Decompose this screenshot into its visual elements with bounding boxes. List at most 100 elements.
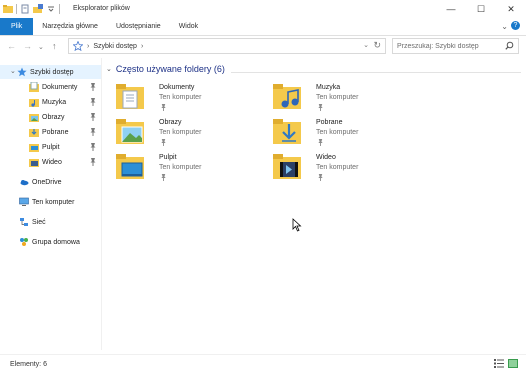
pin-icon[interactable]: [317, 104, 324, 113]
collapse-arrow-icon[interactable]: ⌄: [106, 65, 112, 73]
nav-item-music[interactable]: Muzyka: [29, 95, 101, 109]
pictures-icon: [29, 112, 39, 122]
group-title: Często używane foldery (6): [115, 64, 225, 74]
computer-icon: [19, 197, 29, 207]
properties-icon[interactable]: [20, 4, 30, 14]
maximize-button[interactable]: ☐: [466, 0, 496, 18]
pin-icon[interactable]: [160, 104, 167, 113]
folder-tile[interactable]: Pulpit Ten komputer: [116, 151, 266, 185]
downloads-folder-icon: [273, 116, 303, 146]
folder-location: Ten komputer: [159, 164, 202, 171]
search-input[interactable]: [393, 39, 501, 53]
pin-icon[interactable]: [89, 158, 97, 168]
nav-item-videos[interactable]: Wideo: [29, 155, 101, 169]
downloads-icon: [29, 127, 39, 137]
folder-tile[interactable]: Pobrane Ten komputer: [273, 116, 423, 150]
group-header[interactable]: ⌄ Często używane foldery (6): [106, 64, 225, 74]
recent-locations-icon[interactable]: ⌄: [38, 43, 44, 51]
search-box[interactable]: [392, 38, 519, 54]
nav-item-this-pc[interactable]: Ten komputer: [19, 195, 101, 209]
videos-folder-icon: [273, 151, 303, 181]
search-icon[interactable]: [505, 41, 514, 52]
separator: [16, 4, 17, 14]
nav-item-label: Dokumenty: [42, 83, 78, 91]
folder-location: Ten komputer: [159, 94, 202, 101]
quick-access-star-icon: [73, 41, 83, 51]
dropdown-arrow-icon[interactable]: [46, 4, 56, 14]
pin-icon[interactable]: [89, 98, 97, 108]
folder-tile[interactable]: Muzyka Ten komputer: [273, 81, 423, 115]
help-icon[interactable]: ?: [511, 21, 520, 30]
minimize-button[interactable]: —: [436, 0, 466, 18]
nav-item-label: Pobrane: [42, 128, 69, 136]
nav-item-label: Grupa domowa: [32, 238, 80, 246]
pictures-folder-icon: [116, 116, 146, 146]
nav-item-label: Obrazy: [42, 113, 65, 121]
group-divider: [231, 72, 521, 73]
nav-item-network[interactable]: Sieć: [19, 215, 101, 229]
refresh-icon[interactable]: ↻: [373, 40, 381, 51]
collapse-arrow-icon[interactable]: ⌄: [10, 67, 16, 75]
details-view-icon[interactable]: [494, 359, 504, 370]
back-arrow-icon[interactable]: ←: [7, 41, 16, 51]
pin-icon[interactable]: [89, 113, 97, 123]
tab-view[interactable]: Widok: [170, 18, 207, 35]
folder-name: Pulpit: [159, 154, 177, 161]
nav-item-label: Muzyka: [42, 98, 67, 106]
nav-item-onedrive[interactable]: OneDrive: [19, 175, 101, 189]
pin-icon[interactable]: [317, 174, 324, 183]
breadcrumb[interactable]: Szybki dostęp: [93, 43, 137, 50]
folder-tile[interactable]: Dokumenty Ten komputer: [116, 81, 266, 115]
expand-ribbon-icon[interactable]: ⌄: [501, 22, 508, 31]
nav-item-homegroup[interactable]: Grupa domowa: [19, 235, 101, 249]
nav-item-quick-access[interactable]: ⌄ Szybki dostęp: [0, 65, 101, 79]
address-dropdown-icon[interactable]: ⌄: [363, 41, 369, 49]
onedrive-cloud-icon: [19, 177, 29, 187]
videos-icon: [29, 157, 39, 167]
title-bar: Eksplorator plików — ☐ ✕: [0, 0, 526, 18]
nav-item-documents[interactable]: Dokumenty: [29, 80, 101, 94]
breadcrumb-separator-icon[interactable]: ›: [141, 43, 143, 50]
nav-item-label: Ten komputer: [32, 198, 75, 206]
folder-tile[interactable]: Obrazy Ten komputer: [116, 116, 266, 150]
breadcrumb-separator-icon[interactable]: ›: [87, 43, 89, 50]
quick-access-star-icon: [17, 67, 27, 77]
large-icons-view-icon[interactable]: [508, 359, 518, 370]
desktop-icon: [29, 142, 39, 152]
mouse-cursor-icon: [292, 218, 302, 234]
content-pane: ⌄ Często używane foldery (6) Dokumenty T…: [103, 58, 526, 350]
pin-icon[interactable]: [89, 83, 97, 93]
view-switcher: [494, 359, 518, 370]
pin-icon[interactable]: [317, 139, 324, 148]
separator: [59, 4, 60, 14]
window-title: Eksplorator plików: [73, 5, 130, 12]
pin-icon[interactable]: [160, 139, 167, 148]
folder-name: Obrazy: [159, 119, 182, 126]
nav-item-desktop[interactable]: Pulpit: [29, 140, 101, 154]
nav-item-label: Sieć: [32, 218, 46, 226]
pin-icon[interactable]: [89, 128, 97, 138]
item-count: Elementy: 6: [10, 361, 47, 368]
folder-name: Muzyka: [316, 84, 341, 91]
tab-file[interactable]: Plik: [0, 18, 34, 35]
forward-arrow-icon[interactable]: →: [23, 41, 32, 51]
tab-home[interactable]: Narzędzia główne: [33, 18, 107, 35]
documents-icon: [29, 81, 39, 92]
tab-share[interactable]: Udostępnianie: [107, 18, 170, 35]
folder-name: Pobrane: [316, 119, 343, 126]
folder-location: Ten komputer: [316, 164, 359, 171]
nav-item-label: Szybki dostęp: [30, 68, 74, 76]
folder-tile[interactable]: Wideo Ten komputer: [273, 151, 423, 185]
nav-item-downloads[interactable]: Pobrane: [29, 125, 101, 139]
new-folder-icon[interactable]: [33, 4, 43, 14]
address-bar[interactable]: › Szybki dostęp › ⌄ ↻: [68, 38, 386, 54]
music-icon: [29, 97, 39, 107]
close-button[interactable]: ✕: [496, 0, 526, 18]
folder-location: Ten komputer: [316, 129, 359, 136]
up-arrow-icon[interactable]: ↑: [52, 41, 57, 51]
nav-item-pictures[interactable]: Obrazy: [29, 110, 101, 124]
folder-location: Ten komputer: [316, 94, 359, 101]
pin-icon[interactable]: [160, 174, 167, 183]
nav-item-label: Pulpit: [42, 143, 60, 151]
pin-icon[interactable]: [89, 143, 97, 153]
